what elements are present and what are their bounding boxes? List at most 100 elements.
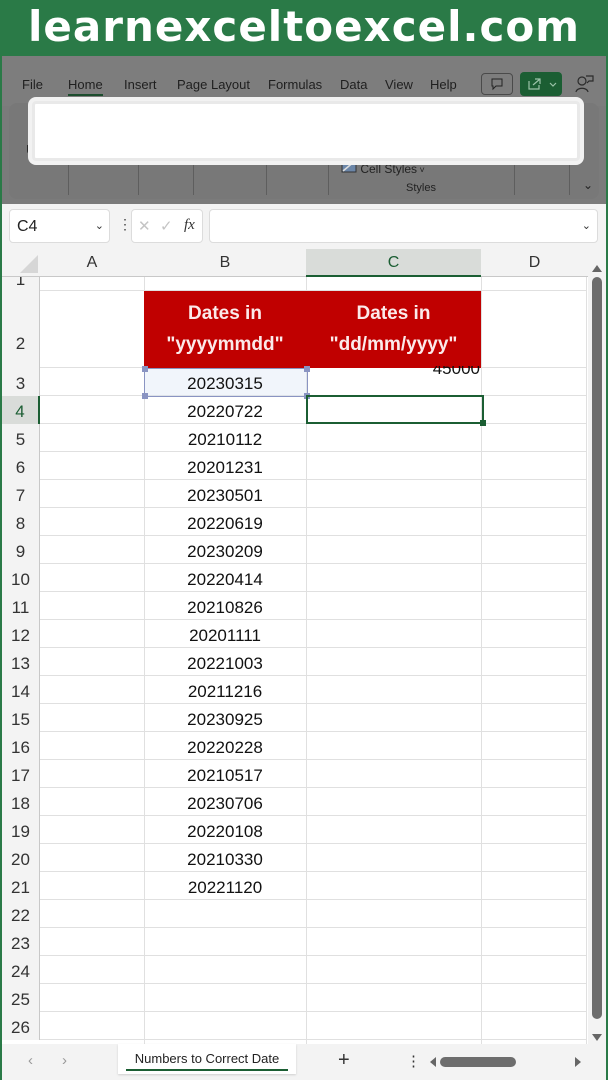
row-header-20[interactable]: 20: [2, 844, 40, 872]
row-header-22[interactable]: 22: [2, 900, 40, 928]
cell-b16[interactable]: 20220228: [144, 732, 306, 760]
active-cell-c4[interactable]: [306, 395, 486, 426]
vertical-scroll-thumb[interactable]: [592, 277, 602, 1019]
cell-b20[interactable]: 20210330: [144, 844, 306, 872]
cell-b17[interactable]: 20210517: [144, 760, 306, 788]
row-header-18[interactable]: 18: [2, 788, 40, 816]
sheet-tab-numbers-to-correct-date[interactable]: Numbers to Correct Date: [118, 1044, 296, 1074]
row-header-25[interactable]: 25: [2, 984, 40, 1012]
cell-b19[interactable]: 20220108: [144, 816, 306, 844]
menu-data[interactable]: Data: [340, 77, 367, 92]
menu-page-layout[interactable]: Page Layout: [177, 77, 250, 92]
comment-icon: [491, 78, 503, 91]
cell-b10[interactable]: 20220414: [144, 564, 306, 592]
cell-styles-label: Cell Styles: [360, 162, 418, 176]
row-header-2[interactable]: 2: [2, 291, 40, 368]
row-line: [40, 1039, 586, 1040]
row-header-17[interactable]: 17: [2, 760, 40, 788]
ribbon-divider: [68, 155, 69, 195]
prev-sheet-icon[interactable]: ‹: [28, 1052, 33, 1069]
coauthor-icon[interactable]: [575, 74, 595, 99]
menu-home[interactable]: Home: [68, 77, 103, 96]
cell-b7[interactable]: 20230501: [144, 480, 306, 508]
row-header-24[interactable]: 24: [2, 956, 40, 984]
name-box[interactable]: C4 ⌄: [9, 209, 110, 243]
header-c-line2: "dd/mm/yyyy": [329, 334, 458, 355]
row-header-3[interactable]: 3: [2, 368, 40, 396]
cell-b11[interactable]: 20210826: [144, 592, 306, 620]
row-header-21[interactable]: 21: [2, 872, 40, 900]
horizontal-scroll-thumb[interactable]: [440, 1057, 516, 1067]
menu-help[interactable]: Help: [430, 77, 457, 92]
row-header-16[interactable]: 16: [2, 732, 40, 760]
row-header-4[interactable]: 4: [2, 396, 40, 424]
row-header-1[interactable]: 1: [2, 277, 40, 291]
vertical-scrollbar[interactable]: [588, 249, 606, 1049]
row-header-6[interactable]: 6: [2, 452, 40, 480]
row-line: [40, 787, 586, 788]
cell-b9[interactable]: 20230209: [144, 536, 306, 564]
row-header-14[interactable]: 14: [2, 676, 40, 704]
insert-function-icon[interactable]: fx: [184, 217, 195, 234]
expand-ribbon-icon[interactable]: ⌄: [583, 178, 593, 192]
column-header-c[interactable]: C: [306, 249, 481, 277]
row-header-5[interactable]: 5: [2, 424, 40, 452]
formula-input[interactable]: ⌄: [209, 209, 598, 243]
row-header-19[interactable]: 19: [2, 816, 40, 844]
column-header-a[interactable]: A: [40, 249, 144, 277]
share-button[interactable]: [520, 72, 562, 96]
row-header-8[interactable]: 8: [2, 508, 40, 536]
cell-b3[interactable]: 20230315: [144, 368, 306, 396]
cell-b12[interactable]: 20201111: [144, 620, 306, 648]
fill-handle[interactable]: [480, 420, 486, 426]
menu-insert[interactable]: Insert: [124, 77, 157, 92]
menu-view[interactable]: View: [385, 77, 413, 92]
row-header-9[interactable]: 9: [2, 536, 40, 564]
row-line: [40, 451, 586, 452]
cell-b4[interactable]: 20220722: [144, 396, 306, 424]
comments-button[interactable]: [481, 73, 513, 95]
row-header-23[interactable]: 23: [2, 928, 40, 956]
header-cell-b2[interactable]: Dates in "yyyymmdd": [144, 291, 306, 368]
row-header-26[interactable]: 26: [2, 1012, 40, 1040]
worksheet-grid[interactable]: A B C D 1 2 3 4 5 6 7 8 9 10 11 12 13 14 15 16 17 18 19 20 2…: [2, 249, 606, 1049]
sheet-tab-bar: ‹ › Numbers to Correct Date + ⋮: [2, 1044, 606, 1080]
more-options-icon[interactable]: ⋮: [406, 1052, 421, 1070]
menu-formulas[interactable]: Formulas: [268, 77, 322, 92]
row-header-7[interactable]: 7: [2, 480, 40, 508]
cell-b21[interactable]: 20221120: [144, 872, 306, 900]
select-all-button[interactable]: [2, 249, 40, 277]
cell-b14[interactable]: 20211216: [144, 676, 306, 704]
cell-b8[interactable]: 20220619: [144, 508, 306, 536]
scroll-up-icon[interactable]: [592, 265, 602, 272]
scroll-down-icon[interactable]: [592, 1034, 602, 1041]
column-header-b[interactable]: B: [144, 249, 306, 277]
cell-styles-button[interactable]: Cell Styles ˅: [341, 159, 425, 176]
header-cell-c2[interactable]: Dates in "dd/mm/yyyy": [306, 291, 481, 368]
scroll-left-icon[interactable]: [430, 1057, 436, 1067]
row-header-10[interactable]: 10: [2, 564, 40, 592]
cell-b6[interactable]: 20201231: [144, 452, 306, 480]
cell-c3-value[interactable]: 45000: [382, 366, 480, 378]
cancel-icon[interactable]: ✕: [138, 217, 151, 235]
chevron-down-icon[interactable]: ⌄: [95, 219, 104, 232]
row-header-13[interactable]: 13: [2, 648, 40, 676]
cell-b13[interactable]: 20221003: [144, 648, 306, 676]
column-header-d[interactable]: D: [481, 249, 588, 277]
row-line: [40, 815, 586, 816]
scroll-right-icon[interactable]: [575, 1057, 581, 1067]
next-sheet-icon[interactable]: ›: [62, 1052, 67, 1069]
row-header-11[interactable]: 11: [2, 592, 40, 620]
menu-file[interactable]: File: [22, 77, 43, 92]
row-header-15[interactable]: 15: [2, 704, 40, 732]
cell-b15[interactable]: 20230925: [144, 704, 306, 732]
cell-b18[interactable]: 20230706: [144, 788, 306, 816]
enter-icon[interactable]: ✓: [160, 217, 173, 235]
row-header-12[interactable]: 12: [2, 620, 40, 648]
add-sheet-button[interactable]: +: [338, 1049, 350, 1072]
more-options-icon[interactable]: ⋮: [118, 216, 132, 233]
row-line: [40, 843, 586, 844]
row-line: [40, 983, 586, 984]
cell-b5[interactable]: 20210112: [144, 424, 306, 452]
chevron-down-icon[interactable]: ⌄: [582, 219, 591, 232]
